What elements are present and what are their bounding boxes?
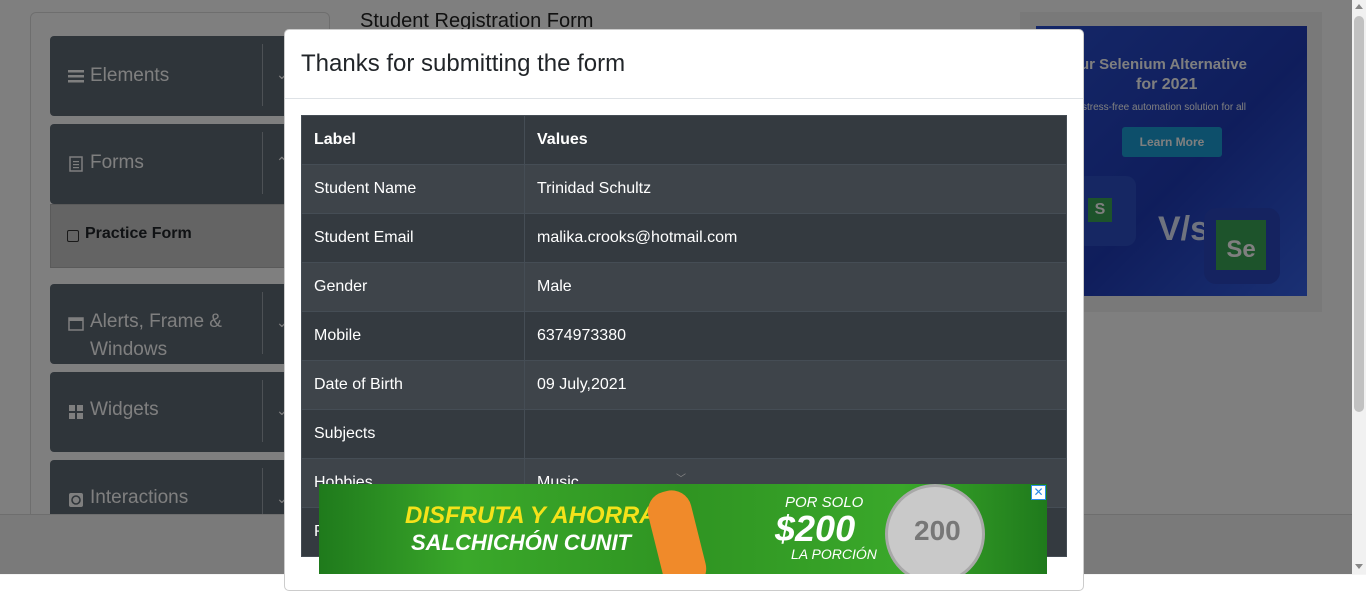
row-label: Student Email — [301, 213, 525, 263]
ad-price: $200 — [775, 508, 856, 549]
scroll-up-arrow-icon[interactable] — [1355, 4, 1363, 9]
table-row: Student Email malika.crooks@hotmail.com — [301, 213, 1067, 263]
ad-product-name: SALCHICHÓN CUNIT — [411, 530, 631, 555]
row-value: malika.crooks@hotmail.com — [524, 213, 1067, 263]
row-label: Student Name — [301, 164, 525, 214]
scroll-down-arrow-icon[interactable] — [1355, 564, 1363, 569]
coin-value: 200 — [914, 515, 961, 546]
table-row: Subjects — [301, 409, 1067, 459]
column-header-values: Values — [524, 115, 1067, 165]
chevron-down-icon[interactable]: ﹀ — [676, 470, 686, 485]
table-row: Mobile 6374973380 — [301, 311, 1067, 361]
modal-header: Thanks for submitting the form — [285, 30, 1083, 99]
row-label: Subjects — [301, 409, 525, 459]
bottom-ad-banner[interactable]: DISFRUTA Y AHORRA SALCHICHÓN CUNIT POR S… — [319, 484, 1047, 574]
scrollbar-thumb[interactable] — [1354, 16, 1364, 412]
table-row: Student Name Trinidad Schultz — [301, 164, 1067, 214]
ad-headline: DISFRUTA Y AHORRA — [405, 502, 657, 529]
product-image — [643, 486, 711, 574]
table-row: Date of Birth 09 July,2021 — [301, 360, 1067, 410]
modal-title: Thanks for submitting the form — [301, 50, 626, 77]
coin-image: 200 — [885, 484, 985, 574]
row-label: Mobile — [301, 311, 525, 361]
row-value: 6374973380 — [524, 311, 1067, 361]
row-value: Male — [524, 262, 1067, 312]
row-value — [524, 409, 1067, 459]
row-value: 09 July,2021 — [524, 360, 1067, 410]
column-header-label: Label — [301, 115, 525, 165]
row-value: Trinidad Schultz — [524, 164, 1067, 214]
close-icon[interactable]: ✕ — [1031, 485, 1046, 500]
ad-price-suffix: LA PORCIÓN — [791, 546, 877, 562]
table-header-row: Label Values — [301, 115, 1067, 165]
row-label: Date of Birth — [301, 360, 525, 410]
row-label: Gender — [301, 262, 525, 312]
table-row: Gender Male — [301, 262, 1067, 312]
